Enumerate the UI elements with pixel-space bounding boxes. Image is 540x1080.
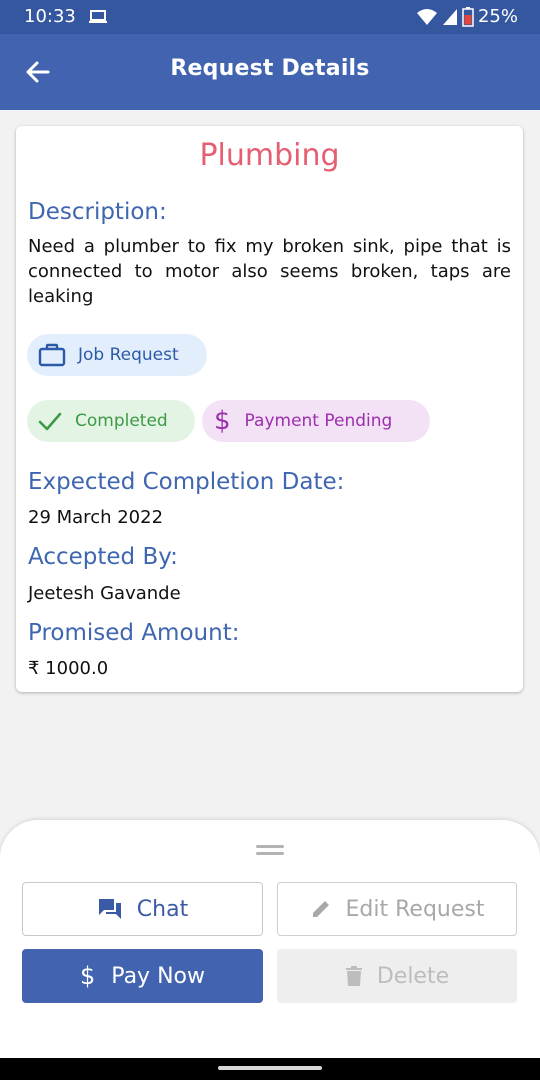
battery-percent: 25% xyxy=(477,6,518,27)
drag-handle[interactable] xyxy=(256,845,284,855)
chat-icon xyxy=(98,899,121,919)
briefcase-icon xyxy=(38,343,66,367)
check-icon xyxy=(38,412,62,431)
completion-date-label: Expected Completion Date: xyxy=(28,469,345,495)
signal-icon xyxy=(442,8,457,25)
laptop-icon xyxy=(89,10,107,23)
pay-now-button[interactable]: $ Pay Now xyxy=(22,949,263,1003)
home-gesture-pill[interactable] xyxy=(218,1066,322,1070)
app-bar: Request Details xyxy=(0,34,540,110)
status-bar: 10:33 25% xyxy=(0,0,540,34)
pay-now-label: Pay Now xyxy=(111,963,205,989)
status-icons: 25% xyxy=(416,6,518,27)
trash-icon xyxy=(345,966,362,986)
pencil-icon xyxy=(312,901,329,917)
delete-label: Delete xyxy=(376,963,450,989)
job-request-label: Job Request xyxy=(78,345,179,365)
accepted-by-value: Jeetesh Gavande xyxy=(28,583,181,604)
request-title: Plumbing xyxy=(199,138,340,173)
payment-pending-label: Payment Pending xyxy=(244,411,393,431)
wifi-icon xyxy=(416,8,437,25)
completed-chip: Completed xyxy=(27,400,195,442)
status-time: 10:33 xyxy=(24,6,76,27)
accepted-by-label: Accepted By: xyxy=(28,544,178,570)
promised-amount-label: Promised Amount: xyxy=(28,620,240,646)
promised-amount-value: ₹ 1000.0 xyxy=(28,658,109,679)
edit-request-label: Edit Request xyxy=(345,896,485,922)
description-label: Description: xyxy=(28,199,167,225)
description-text: Need a plumber to fix my broken sink, pi… xyxy=(28,236,511,307)
dollar-icon: $ xyxy=(80,962,96,990)
delete-button[interactable]: Delete xyxy=(277,949,517,1003)
dollar-icon: $ xyxy=(214,406,231,436)
completed-label: Completed xyxy=(75,411,168,431)
system-nav-bar xyxy=(0,1058,540,1080)
chat-label: Chat xyxy=(136,896,189,922)
request-card: Plumbing Description: Need a plumber to … xyxy=(16,126,523,692)
battery-icon xyxy=(462,6,474,27)
action-sheet: Chat Edit Request $ Pay Now Delete xyxy=(0,820,540,1058)
chat-button[interactable]: Chat xyxy=(22,882,263,936)
edit-request-button[interactable]: Edit Request xyxy=(277,882,517,936)
completion-date-value: 29 March 2022 xyxy=(28,507,164,528)
payment-pending-chip: $ Payment Pending xyxy=(202,400,430,442)
page-title: Request Details xyxy=(170,56,370,81)
job-request-chip: Job Request xyxy=(27,334,207,376)
